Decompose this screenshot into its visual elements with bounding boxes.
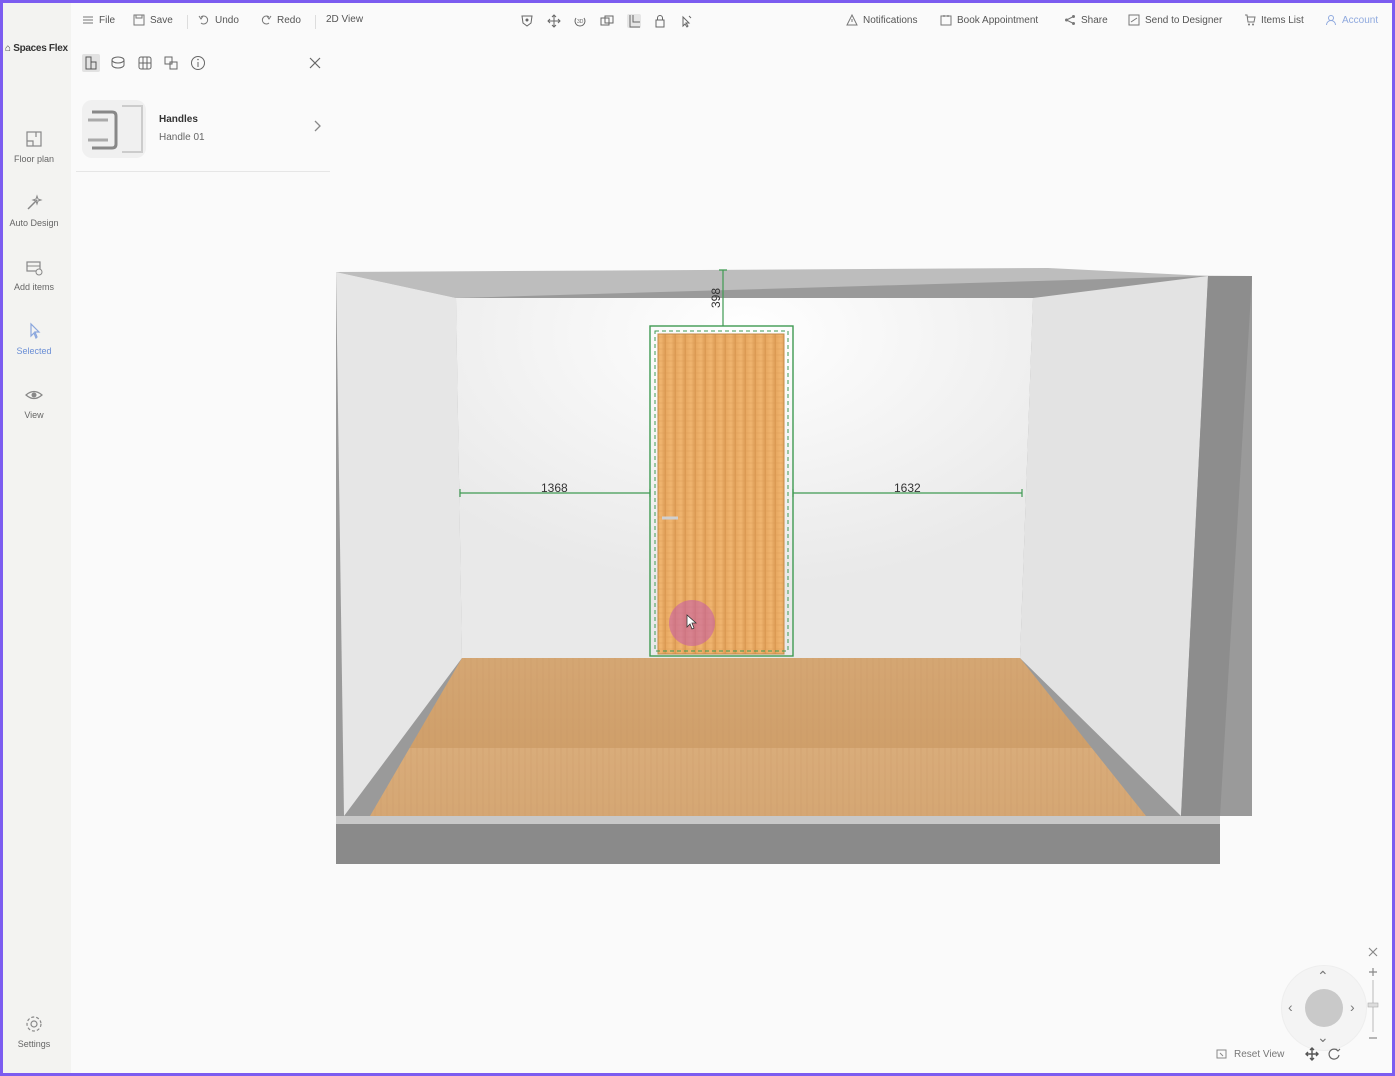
eye-icon <box>25 390 43 400</box>
sidebar-item-label: Auto Design <box>9 218 59 228</box>
undo-button[interactable]: Undo <box>198 14 239 26</box>
material-tab-icon[interactable] <box>109 54 127 72</box>
share-icon <box>1065 15 1075 25</box>
chevron-up-icon[interactable]: ⌃ <box>1317 969 1329 983</box>
chevron-down-icon[interactable]: ⌄ <box>1317 1030 1329 1044</box>
hamburger-icon <box>83 16 93 24</box>
sidebar-item-selected[interactable]: Selected <box>3 321 65 356</box>
magic-wand-icon <box>27 194 43 210</box>
floor-slab-edge <box>336 816 1220 824</box>
designer-icon <box>1128 14 1140 26</box>
divider <box>76 171 330 172</box>
sidebar-item-label: View <box>24 410 44 420</box>
door-selected[interactable] <box>649 325 794 657</box>
file-menu-button[interactable]: File <box>82 14 115 26</box>
grid-tab-icon[interactable] <box>136 54 154 72</box>
properties-panel: Handles Handle 01 <box>76 46 330 176</box>
duplicate-icon[interactable] <box>600 14 614 28</box>
select-icon[interactable] <box>679 14 693 28</box>
left-rail: ⌂ Spaces Flex Floor plan Auto Design Add… <box>3 3 71 1073</box>
book-appointment-button[interactable]: Book Appointment <box>940 14 1038 26</box>
lock-icon[interactable] <box>653 14 667 28</box>
gear-icon <box>26 1016 42 1032</box>
logo-icon: ⌂ <box>5 43 11 54</box>
items-list-button[interactable]: Items List <box>1244 14 1304 26</box>
info-icon[interactable] <box>189 54 207 72</box>
add-furniture-icon <box>26 261 43 276</box>
chevron-right-icon[interactable] <box>312 120 322 132</box>
shield-icon[interactable] <box>520 14 534 28</box>
floor-slab <box>336 824 1220 864</box>
user-icon <box>1326 15 1336 26</box>
redo-button[interactable]: Redo <box>260 14 301 26</box>
share-button[interactable]: Share <box>1064 14 1108 26</box>
swap-tab-icon[interactable] <box>162 54 180 72</box>
wood-floor <box>370 658 1146 816</box>
app-logo: ⌂ Spaces Flex <box>5 43 68 54</box>
send-to-designer-button[interactable]: Send to Designer <box>1128 14 1222 26</box>
room-3d-viewport[interactable]: 1368 1632 398 <box>336 268 1254 868</box>
sidebar-item-add-items[interactable]: Add items <box>3 257 65 292</box>
mouse-cursor-icon <box>686 614 698 630</box>
chevron-left-icon[interactable]: ‹ <box>1288 1000 1293 1014</box>
sidebar-item-label: Add items <box>13 282 55 292</box>
chevron-right-icon[interactable]: › <box>1350 1000 1355 1014</box>
dimension-right-label: 1632 <box>894 481 921 495</box>
handle-image <box>88 105 143 153</box>
sidebar-item-view[interactable]: View <box>3 385 65 420</box>
sidebar-item-settings[interactable]: Settings <box>3 1014 65 1049</box>
handle-thumbnail[interactable] <box>82 100 146 158</box>
divider <box>187 15 188 29</box>
notifications-button[interactable]: Notifications <box>846 14 917 26</box>
account-button[interactable]: Account <box>1325 14 1378 26</box>
save-icon <box>133 14 145 26</box>
divider <box>315 15 316 29</box>
sidebar-item-label: Settings <box>17 1039 51 1049</box>
rotate-360-icon[interactable]: 3D <box>573 14 587 28</box>
view-2d-button[interactable]: 2D View <box>326 14 363 25</box>
svg-text:3D: 3D <box>577 19 584 25</box>
undo-icon <box>198 15 209 25</box>
camera-navigator[interactable]: ⌃ ⌄ ‹ › <box>1281 965 1367 1051</box>
pointer-icon <box>30 322 41 340</box>
sidebar-item-floor-plan[interactable]: Floor plan <box>3 129 65 164</box>
zoom-handle <box>1367 1002 1379 1008</box>
redo-icon <box>261 15 272 25</box>
reset-view-button[interactable]: Reset View <box>1216 1048 1284 1060</box>
item-category-title: Handles <box>159 114 198 125</box>
zoom-in-icon <box>1369 968 1377 976</box>
floor-plan-icon <box>26 131 42 147</box>
dimension-top-label: 398 <box>709 288 723 308</box>
close-icon[interactable] <box>306 54 324 72</box>
close-navigator-icon[interactable] <box>1367 946 1379 958</box>
warning-icon <box>846 14 858 26</box>
pan-icon[interactable] <box>1305 1047 1319 1061</box>
cart-icon <box>1245 14 1256 26</box>
reset-view-icon <box>1216 1049 1227 1059</box>
save-button[interactable]: Save <box>133 14 173 26</box>
orbit-icon[interactable] <box>1327 1047 1341 1061</box>
move-icon[interactable] <box>547 14 561 28</box>
item-variant-name: Handle 01 <box>159 132 205 143</box>
navigator-knob[interactable] <box>1305 989 1343 1027</box>
sidebar-item-auto-design[interactable]: Auto Design <box>3 193 65 228</box>
calendar-icon <box>940 15 952 26</box>
top-toolbar: File Save Undo Redo 2D View 3D Notificat… <box>71 3 1392 41</box>
sidebar-item-label: Floor plan <box>13 154 55 164</box>
measure-icon[interactable] <box>627 14 641 28</box>
dimension-left-label: 1368 <box>541 481 568 495</box>
details-tab-icon[interactable] <box>82 54 100 72</box>
sidebar-item-label: Selected <box>16 346 52 356</box>
zoom-slider[interactable] <box>1366 966 1380 1042</box>
